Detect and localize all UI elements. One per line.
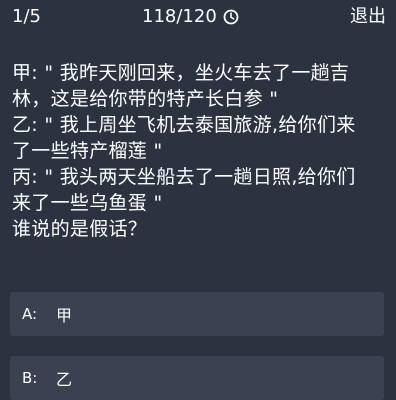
clock-icon xyxy=(223,9,239,25)
question-line: 乙: " 我上周坐飞机去泰国旅游,给你们来 xyxy=(12,114,356,136)
option-letter: A: xyxy=(22,305,38,323)
question-line: 谁说的是假话？ xyxy=(12,218,148,240)
option-a-button[interactable]: A: 甲 xyxy=(10,292,384,336)
option-letter: B: xyxy=(22,369,38,387)
option-text: 乙 xyxy=(56,370,73,389)
question-line: 甲: " 我昨天刚回来，坐火车去了一趟吉 xyxy=(12,62,350,84)
question-progress: 1/5 xyxy=(12,6,41,27)
question-line: 林，这是给你带的特产长白参 " xyxy=(12,88,279,110)
option-b-button[interactable]: B: 乙 xyxy=(10,356,384,400)
option-text: 甲 xyxy=(56,306,73,325)
top-bar: 1/5 118/120 退出 xyxy=(0,0,396,34)
question-line: 了一些特产榴莲 " xyxy=(12,140,163,162)
question-line: 来了一些乌鱼蛋 " xyxy=(12,192,163,214)
timer-text: 118/120 xyxy=(142,6,217,27)
exit-button[interactable]: 退出 xyxy=(350,6,386,28)
question-line: 丙: " 我头两天坐船去了一趟日照,给你们 xyxy=(12,166,356,188)
question-text: 甲: " 我昨天刚回来，坐火车去了一趟吉 林，这是给你带的特产长白参 " 乙: … xyxy=(12,60,388,242)
countdown-timer: 118/120 xyxy=(142,6,239,28)
